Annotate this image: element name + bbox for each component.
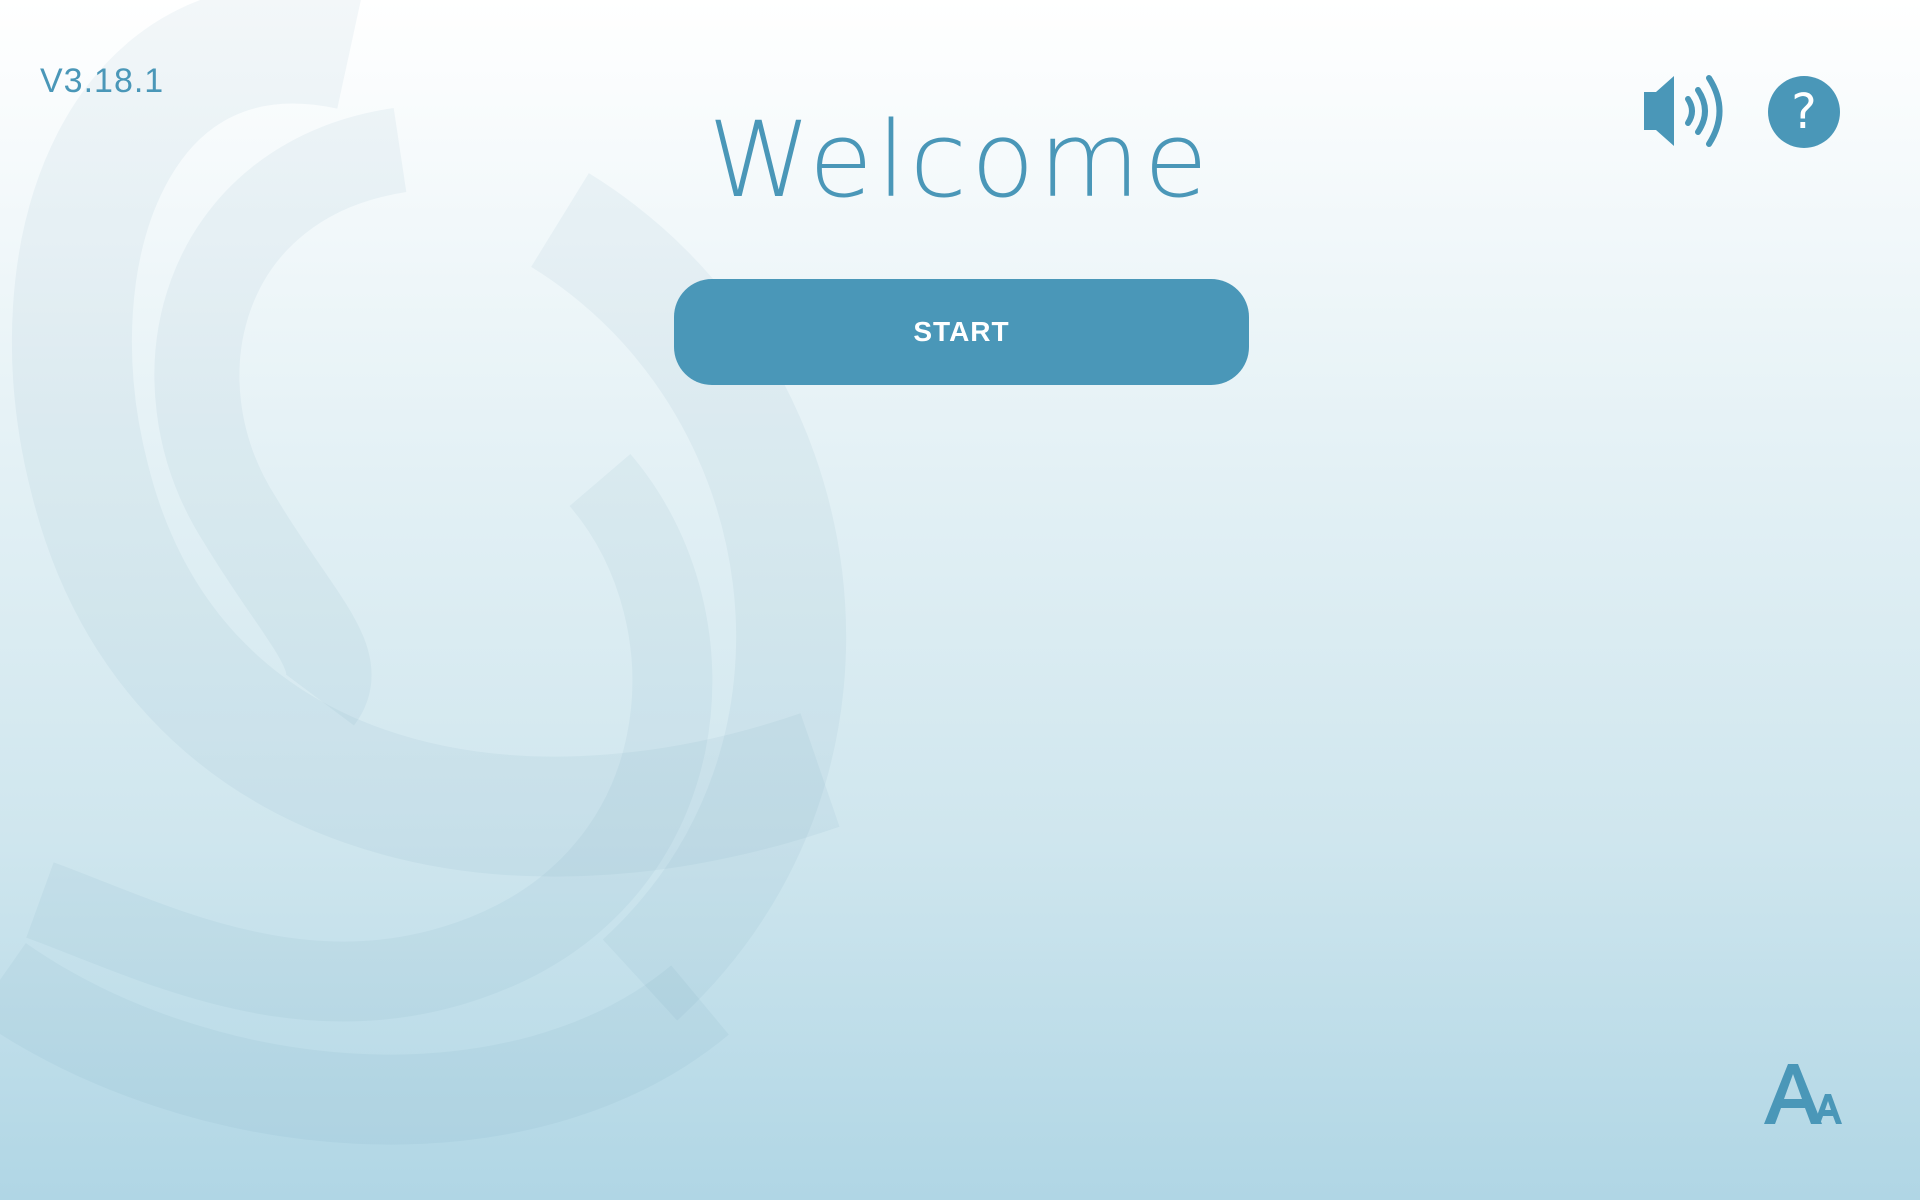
start-button[interactable]: START [674, 279, 1249, 385]
speaker-volume-icon [1644, 75, 1723, 147]
version-label: V3.18.1 [40, 62, 165, 100]
page-title: Welcome [708, 99, 1212, 221]
text-size-icon [1764, 1064, 1842, 1124]
font-size-button[interactable] [1758, 1060, 1842, 1130]
help-icon: ? [1791, 84, 1817, 140]
sound-button[interactable] [1638, 72, 1734, 150]
help-button[interactable]: ? [1768, 76, 1840, 148]
